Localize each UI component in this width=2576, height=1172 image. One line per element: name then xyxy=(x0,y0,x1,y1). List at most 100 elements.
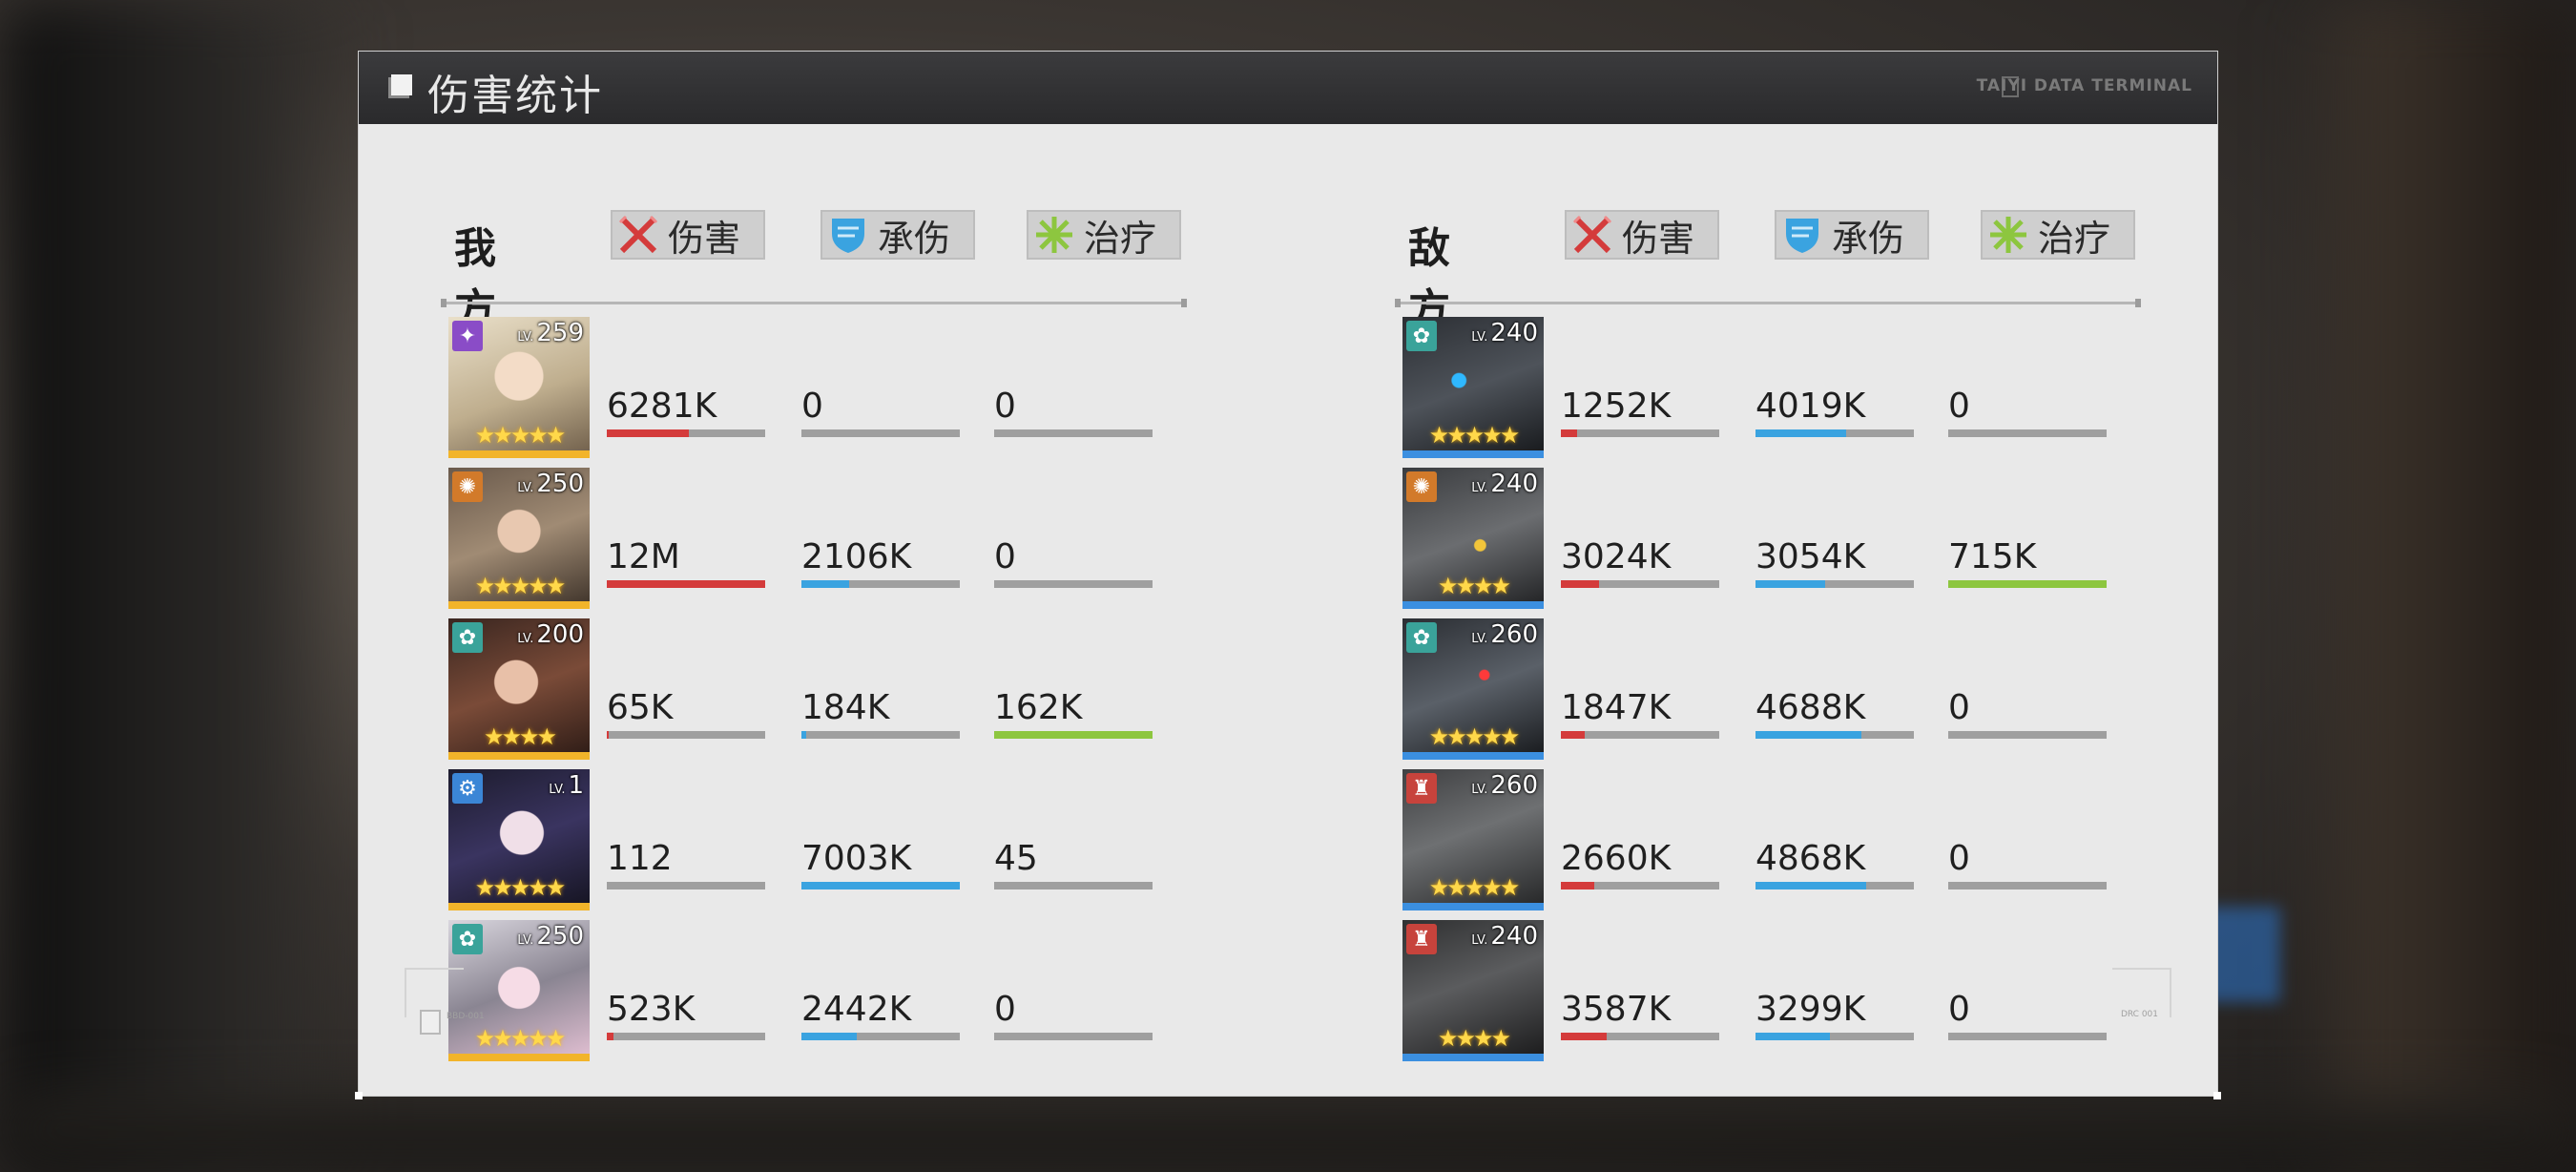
legend-damage-button[interactable]: 伤害 xyxy=(611,210,765,260)
unit-portrait[interactable]: ♜ LV. 260 ★★★★★ xyxy=(1402,769,1544,910)
fire-element-icon: ✺ xyxy=(1406,471,1437,502)
unit-portrait[interactable]: ✦ LV. 259 ★★★★★ xyxy=(448,317,590,458)
damage-stat: 6281K xyxy=(607,387,765,437)
damage-value: 1252K xyxy=(1561,387,1672,426)
taken-value: 2106K xyxy=(801,537,912,576)
unit-portrait[interactable]: ✺ LV. 240 ★★★★ xyxy=(1402,468,1544,609)
damage-value: 2660K xyxy=(1561,839,1672,878)
heal-value: 0 xyxy=(1948,688,1970,727)
taken-bar xyxy=(801,1033,960,1040)
unit-level: LV. 240 xyxy=(1471,470,1538,498)
heal-bar xyxy=(994,731,1153,739)
rarity-bar xyxy=(448,601,590,609)
rarity-bar xyxy=(448,1054,590,1061)
rarity-stars: ★★★★★ xyxy=(474,573,567,599)
legend-heal-button[interactable]: 治疗 xyxy=(1027,210,1181,260)
legend-heal-button[interactable]: 治疗 xyxy=(1981,210,2135,260)
unit-portrait[interactable]: ♜ LV. 240 ★★★★ xyxy=(1402,920,1544,1061)
shield-icon xyxy=(1786,219,1818,253)
title-square-icon xyxy=(391,74,412,95)
ally-unit-row[interactable]: ✿ LV. 250 ★★★★★ 523K 2442K 0 xyxy=(448,920,1402,1063)
legend-damage-label: 伤害 xyxy=(1622,217,1695,260)
damage-bar xyxy=(607,580,765,588)
damage-bar-fill xyxy=(1561,882,1594,889)
heal-bar xyxy=(1948,1033,2107,1040)
ally-divider xyxy=(441,299,1187,307)
fire-element-icon: ✺ xyxy=(452,471,483,502)
rarity-bar xyxy=(1402,903,1544,910)
heal-burst-icon xyxy=(1990,217,2026,253)
damage-bar xyxy=(607,731,765,739)
gear-element-icon: ⚙ xyxy=(452,773,483,804)
heal-stat: 0 xyxy=(994,537,1153,588)
heal-bar xyxy=(1948,429,2107,437)
taken-value: 2442K xyxy=(801,990,912,1029)
taken-value: 0 xyxy=(801,387,823,426)
heal-bar-fill xyxy=(1948,580,2107,588)
heal-value: 0 xyxy=(994,537,1016,576)
taken-stat: 4688K xyxy=(1755,689,1914,739)
enemy-unit-row[interactable]: ✿ LV. 260 ★★★★★ 1847K 4688K 0 xyxy=(1402,618,2357,762)
taken-stat: 7003K xyxy=(801,840,960,889)
taken-value: 3299K xyxy=(1755,990,1866,1029)
taken-bar xyxy=(801,429,960,437)
flower-element-icon: ✿ xyxy=(452,622,483,653)
ally-unit-row[interactable]: ✿ LV. 200 ★★★★ 65K 184K 162K xyxy=(448,618,1402,762)
background-bottom xyxy=(0,1098,2576,1172)
rarity-stars: ★★★★★ xyxy=(1428,874,1521,901)
sword-cross-icon xyxy=(1572,215,1612,254)
damage-stat: 3587K xyxy=(1561,990,1719,1040)
sword-cross-icon xyxy=(618,215,658,254)
taken-bar-fill xyxy=(1755,882,1867,889)
unit-portrait[interactable]: ✿ LV. 260 ★★★★★ xyxy=(1402,618,1544,760)
panel-title: 伤害统计 xyxy=(427,72,603,120)
enemy-unit-row[interactable]: ♜ LV. 240 ★★★★ 3587K 3299K 0 xyxy=(1402,920,2357,1063)
unit-portrait[interactable]: ✿ LV. 250 ★★★★★ xyxy=(448,920,590,1061)
ally-unit-row[interactable]: ✦ LV. 259 ★★★★★ 6281K 0 0 xyxy=(448,317,1402,460)
unit-portrait[interactable]: ✿ LV. 200 ★★★★ xyxy=(448,618,590,760)
rarity-bar xyxy=(1402,450,1544,458)
damage-bar-fill xyxy=(1561,429,1577,437)
tower-element-icon: ♜ xyxy=(1406,924,1437,954)
unit-level: LV. 259 xyxy=(517,319,584,347)
damage-bar xyxy=(1561,580,1719,588)
heal-stat: 0 xyxy=(1948,990,2107,1040)
legend-taken-button[interactable]: 承伤 xyxy=(821,210,975,260)
damage-value: 6281K xyxy=(607,387,717,426)
ally-unit-row[interactable]: ✺ LV. 250 ★★★★★ 12M 2106K 0 xyxy=(448,468,1402,611)
taken-value: 3054K xyxy=(1755,537,1866,576)
heal-value: 0 xyxy=(1948,387,1970,426)
terminal-label: TAIYI DATA TERMINAL xyxy=(1976,76,2192,95)
damage-value: 1847K xyxy=(1561,688,1672,727)
footer-left-tag: BBD-001 xyxy=(447,1012,485,1021)
unit-level: LV. 260 xyxy=(1471,620,1538,649)
ally-unit-row[interactable]: ⚙ LV. 1 ★★★★★ 112 7003K 45 xyxy=(448,769,1402,912)
enemy-unit-row[interactable]: ✺ LV. 240 ★★★★ 3024K 3054K 715K xyxy=(1402,468,2357,611)
heal-bar-fill xyxy=(994,731,1153,739)
enemy-unit-row[interactable]: ✿ LV. 240 ★★★★★ 1252K 4019K 0 xyxy=(1402,317,2357,460)
unit-portrait[interactable]: ✿ LV. 240 ★★★★★ xyxy=(1402,317,1544,458)
legend-damage-button[interactable]: 伤害 xyxy=(1565,210,1719,260)
damage-stat: 65K xyxy=(607,689,765,739)
taken-bar-fill xyxy=(801,580,849,588)
heal-value: 0 xyxy=(1948,839,1970,878)
taken-stat: 2442K xyxy=(801,990,960,1040)
enemy-unit-row[interactable]: ♜ LV. 260 ★★★★★ 2660K 4868K 0 xyxy=(1402,769,2357,912)
unit-portrait[interactable]: ⚙ LV. 1 ★★★★★ xyxy=(448,769,590,910)
heal-bar xyxy=(1948,580,2107,588)
legend-taken-label: 承伤 xyxy=(878,217,951,260)
heal-value: 0 xyxy=(1948,990,1970,1029)
rarity-stars: ★★★★★ xyxy=(1428,422,1521,449)
taken-stat: 2106K xyxy=(801,537,960,588)
damage-value: 3587K xyxy=(1561,990,1672,1029)
rarity-stars: ★★★★ xyxy=(1437,573,1511,599)
unit-level: LV. 250 xyxy=(517,922,584,951)
damage-bar-fill xyxy=(1561,1033,1608,1040)
heal-value: 45 xyxy=(994,839,1038,878)
unit-portrait[interactable]: ✺ LV. 250 ★★★★★ xyxy=(448,468,590,609)
taken-bar xyxy=(1755,429,1914,437)
taken-bar xyxy=(1755,731,1914,739)
rarity-bar xyxy=(448,903,590,910)
legend-taken-button[interactable]: 承伤 xyxy=(1775,210,1929,260)
damage-bar xyxy=(607,1033,765,1040)
